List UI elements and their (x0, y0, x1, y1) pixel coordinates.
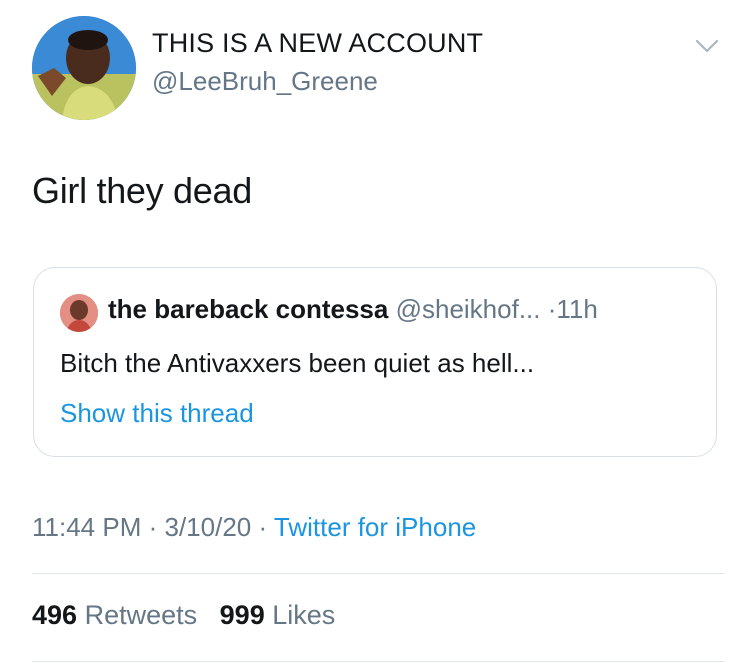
tweet-source-link[interactable]: Twitter for iPhone (274, 512, 476, 542)
quoted-author-avatar (60, 294, 98, 332)
quoted-author-name: the bareback contessa (108, 294, 389, 324)
retweets-count: 496 (32, 600, 78, 630)
quoted-avatar-photo (60, 294, 98, 332)
tweet-stats: 496 Retweets 999 Likes (32, 600, 335, 631)
author-display-name[interactable]: THIS IS A NEW ACCOUNT (152, 28, 483, 59)
show-thread-link[interactable]: Show this thread (60, 398, 254, 429)
retweets-stat[interactable]: 496 Retweets (32, 600, 197, 630)
tweet-text: Girl they dead (32, 170, 252, 211)
quoted-tweet-time: 11h (556, 294, 598, 324)
divider (32, 661, 724, 662)
tweet-time: 11:44 PM (32, 512, 142, 542)
tweet-card: THIS IS A NEW ACCOUNT @LeeBruh_Greene Gi… (0, 0, 738, 666)
retweets-label: Retweets (84, 600, 198, 630)
likes-label: Likes (272, 600, 336, 630)
chevron-down-icon[interactable] (694, 36, 720, 56)
meta-separator: · (148, 512, 158, 542)
quoted-tweet-header: the bareback contessa @sheikhof... ·11h (108, 294, 598, 325)
meta-separator: · (258, 512, 268, 542)
author-handle[interactable]: @LeeBruh_Greene (152, 66, 378, 97)
divider (32, 573, 724, 574)
quoted-author-handle: @sheikhof... (395, 294, 541, 324)
likes-stat[interactable]: 999 Likes (220, 600, 336, 630)
tweet-meta: 11:44 PM · 3/10/20 · Twitter for iPhone (32, 512, 476, 543)
author-avatar[interactable] (32, 16, 136, 120)
likes-count: 999 (219, 600, 265, 630)
quoted-tweet-card[interactable]: the bareback contessa @sheikhof... ·11h … (33, 267, 717, 457)
tweet-date: 3/10/20 (164, 512, 252, 542)
quoted-tweet-text: Bitch the Antivaxxers been quiet as hell… (60, 348, 535, 378)
avatar-photo (32, 16, 136, 120)
